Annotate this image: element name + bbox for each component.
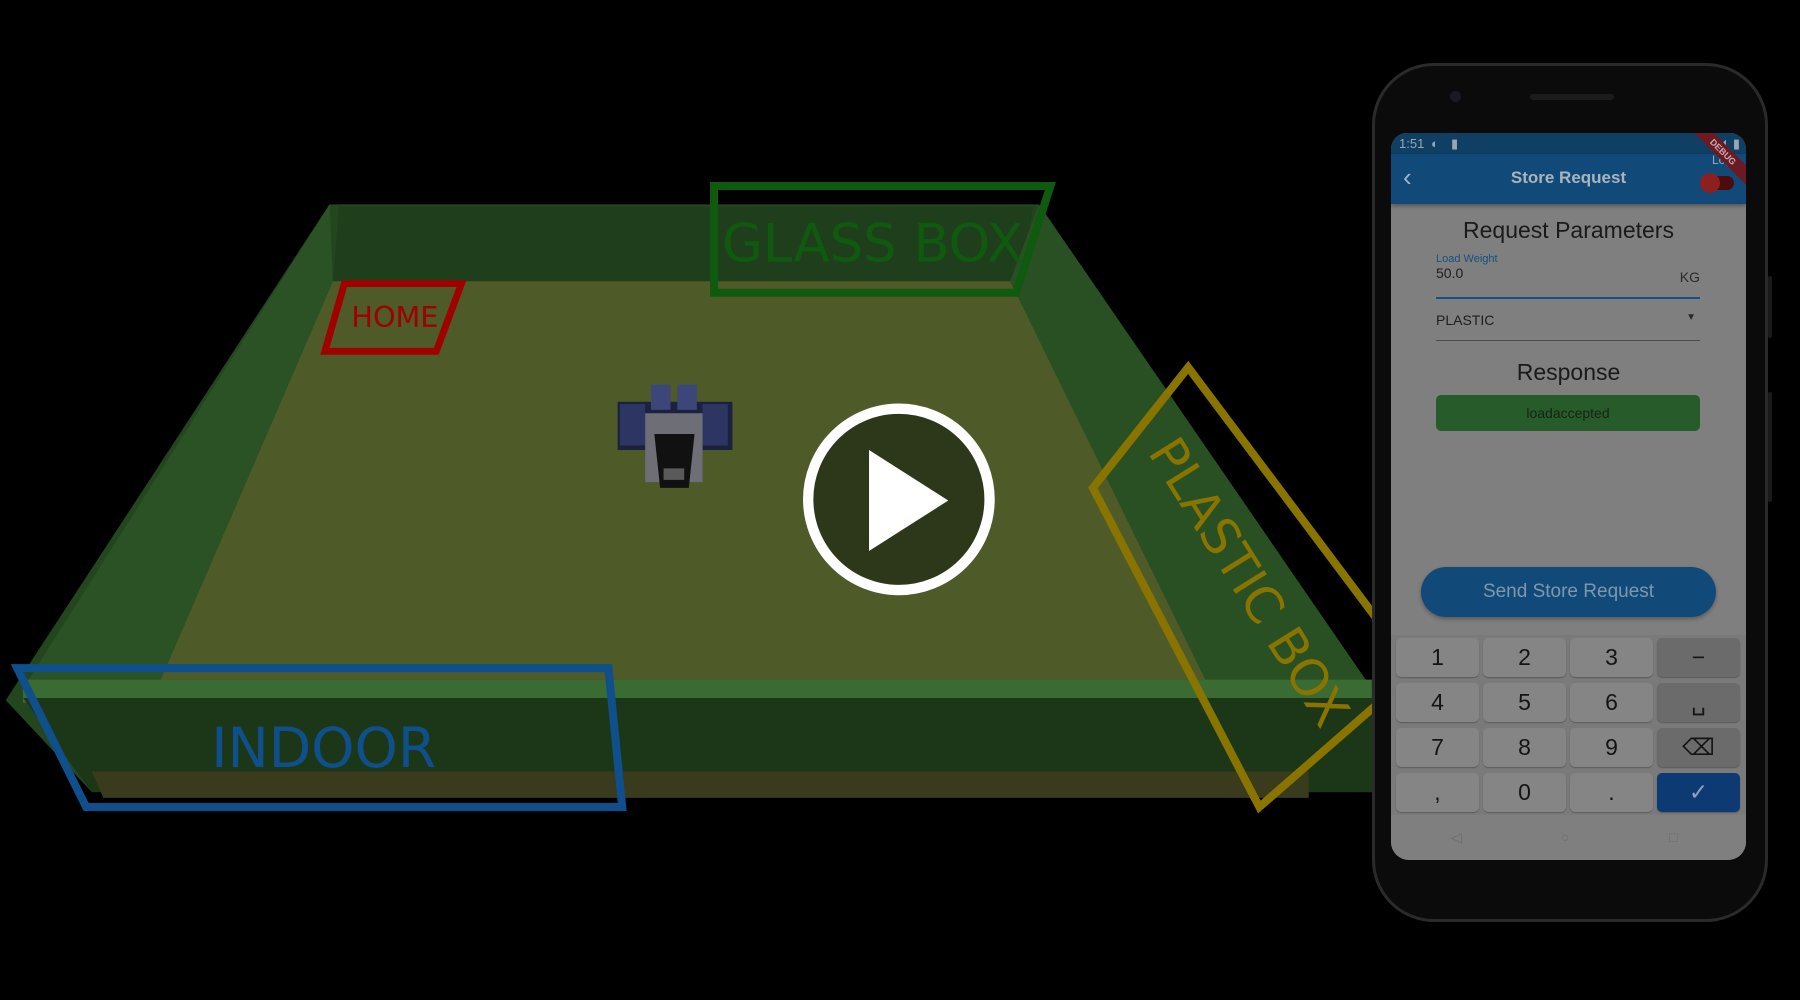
key-5[interactable]: 5 bbox=[1483, 683, 1566, 722]
log-toggle[interactable] bbox=[1700, 173, 1734, 193]
request-parameters-heading: Request Parameters bbox=[1463, 217, 1674, 243]
key-period[interactable]: . bbox=[1570, 773, 1653, 812]
load-weight-field[interactable]: Load Weight 50.0 KG bbox=[1436, 253, 1700, 299]
battery-icon: ▮ bbox=[1732, 136, 1740, 151]
phone-speaker bbox=[1530, 94, 1614, 100]
key-8[interactable]: 8 bbox=[1483, 728, 1566, 767]
nav-home-icon[interactable]: ○ bbox=[1561, 829, 1569, 845]
phone-power-button bbox=[1768, 392, 1772, 502]
dropdown-arrow-icon: ▼ bbox=[1686, 312, 1696, 323]
numeric-keyboard: 1 2 3− 4 5 6 ␣ 7 8 9 ⌫, 0. ✓ bbox=[1391, 635, 1746, 815]
play-button[interactable] bbox=[803, 403, 995, 596]
phone-camera bbox=[1450, 91, 1461, 102]
app-bar: ‹ Store Request Log bbox=[1391, 153, 1746, 204]
nav-back-icon[interactable]: ◁ bbox=[1451, 829, 1462, 846]
send-store-request-button[interactable]: Send Store Request bbox=[1421, 567, 1716, 617]
key-4[interactable]: 4 bbox=[1396, 683, 1479, 722]
load-weight-value: 50.0 bbox=[1436, 265, 1464, 281]
phone-volume-button bbox=[1768, 276, 1772, 338]
status-bar: 1:51 ◐ ▮ ◢ ▮ bbox=[1391, 133, 1746, 154]
sd-card-icon: ▮ bbox=[1451, 136, 1459, 151]
key-done[interactable]: ✓ bbox=[1657, 773, 1740, 812]
key-comma[interactable]: , bbox=[1396, 773, 1479, 812]
key-2[interactable]: 2 bbox=[1483, 638, 1566, 677]
load-weight-label: Load Weight bbox=[1436, 253, 1498, 265]
key-3[interactable]: 3 bbox=[1570, 638, 1653, 677]
key-space[interactable]: ␣ bbox=[1657, 683, 1740, 722]
page-title: Store Request bbox=[1510, 168, 1627, 187]
status-time: 1:51 bbox=[1399, 136, 1425, 151]
nav-bar: ◁ ○ □ bbox=[1391, 815, 1746, 860]
key-7[interactable]: 7 bbox=[1396, 728, 1479, 767]
glass-box-zone-label: GLASS BOX bbox=[722, 214, 1023, 275]
key-minus[interactable]: − bbox=[1657, 638, 1740, 677]
key-1[interactable]: 1 bbox=[1396, 638, 1479, 677]
key-9[interactable]: 9 bbox=[1570, 728, 1653, 767]
phone-screen: 1:51 ◐ ▮ ◢ ▮ ‹ Store Request Log DEBUG R… bbox=[1391, 133, 1746, 860]
key-0[interactable]: 0 bbox=[1483, 773, 1566, 812]
key-backspace[interactable]: ⌫ bbox=[1657, 728, 1740, 767]
key-6[interactable]: 6 bbox=[1570, 683, 1653, 722]
home-zone-label: HOME bbox=[351, 300, 438, 334]
material-dropdown[interactable]: PLASTIC ▼ bbox=[1436, 308, 1700, 341]
response-heading: Response bbox=[1516, 359, 1621, 385]
material-selected: PLASTIC bbox=[1436, 312, 1495, 328]
response-badge: loadaccepted bbox=[1436, 395, 1700, 431]
load-weight-unit: KG bbox=[1679, 269, 1700, 285]
notification-icon: ◐ bbox=[1431, 136, 1439, 151]
nav-recents-icon[interactable]: □ bbox=[1669, 829, 1677, 845]
indoor-zone-label: INDOOR bbox=[211, 716, 436, 780]
